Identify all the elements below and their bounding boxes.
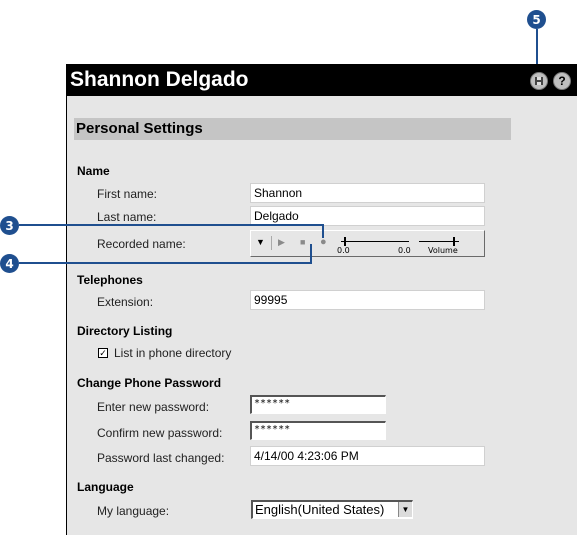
separator: [271, 236, 272, 250]
duration-value: 0.0: [398, 246, 411, 255]
extension-label: Extension:: [97, 295, 154, 309]
play-icon[interactable]: ▶: [278, 237, 285, 248]
password-changed-value: 4/14/00 4:23:06 PM: [250, 446, 485, 466]
callout-5: 5: [527, 10, 546, 29]
position-slider-track[interactable]: [341, 241, 409, 242]
recorded-name-label: Recorded name:: [97, 237, 186, 251]
volume-label: Volume: [428, 246, 458, 255]
callout-4-line-h: [19, 262, 312, 264]
name-group-title: Name: [77, 164, 110, 178]
last-name-label: Last name:: [97, 210, 157, 224]
page-title: Shannon Delgado: [70, 68, 249, 91]
callout-3: 3: [0, 216, 19, 235]
callout-4-line-v: [310, 244, 312, 264]
last-name-field[interactable]: Delgado: [250, 206, 485, 226]
password-changed-label: Password last changed:: [97, 451, 225, 465]
stop-icon[interactable]: ■: [300, 237, 305, 247]
new-password-label: Enter new password:: [97, 400, 210, 414]
password-group-title: Change Phone Password: [77, 376, 222, 390]
callout-3-line-v: [322, 224, 324, 238]
callout-4: 4: [0, 254, 19, 273]
extension-field[interactable]: 99995: [250, 290, 485, 310]
first-name-field[interactable]: Shannon: [250, 183, 485, 203]
chevron-down-icon[interactable]: ▼: [398, 502, 412, 517]
settings-panel: [66, 96, 577, 535]
confirm-password-label: Confirm new password:: [97, 426, 223, 440]
confirm-password-field[interactable]: ******: [250, 421, 386, 440]
new-password-field[interactable]: ******: [250, 395, 386, 414]
help-icon[interactable]: ?: [553, 72, 571, 90]
language-label: My language:: [97, 504, 170, 518]
directory-checkbox[interactable]: ✓: [98, 348, 108, 358]
volume-slider-thumb[interactable]: [453, 237, 455, 246]
language-group-title: Language: [77, 480, 134, 494]
language-select-value: English(United States): [255, 502, 385, 517]
position-value: 0.0: [337, 246, 350, 255]
section-header: Personal Settings: [74, 118, 511, 140]
directory-checkbox-label: List in phone directory: [114, 346, 232, 360]
save-disk-icon[interactable]: [530, 72, 548, 90]
dropdown-arrow-icon[interactable]: ▼: [256, 237, 265, 247]
callout-3-line-h: [19, 224, 324, 226]
position-slider-thumb[interactable]: [344, 237, 346, 246]
directory-group-title: Directory Listing: [77, 324, 173, 338]
telephones-group-title: Telephones: [77, 273, 143, 287]
first-name-label: First name:: [97, 187, 158, 201]
recorded-name-player: ▼ ▶ ■ ● 0.0 0.0 Volume: [250, 230, 485, 257]
language-select[interactable]: English(United States) ▼: [251, 500, 413, 519]
